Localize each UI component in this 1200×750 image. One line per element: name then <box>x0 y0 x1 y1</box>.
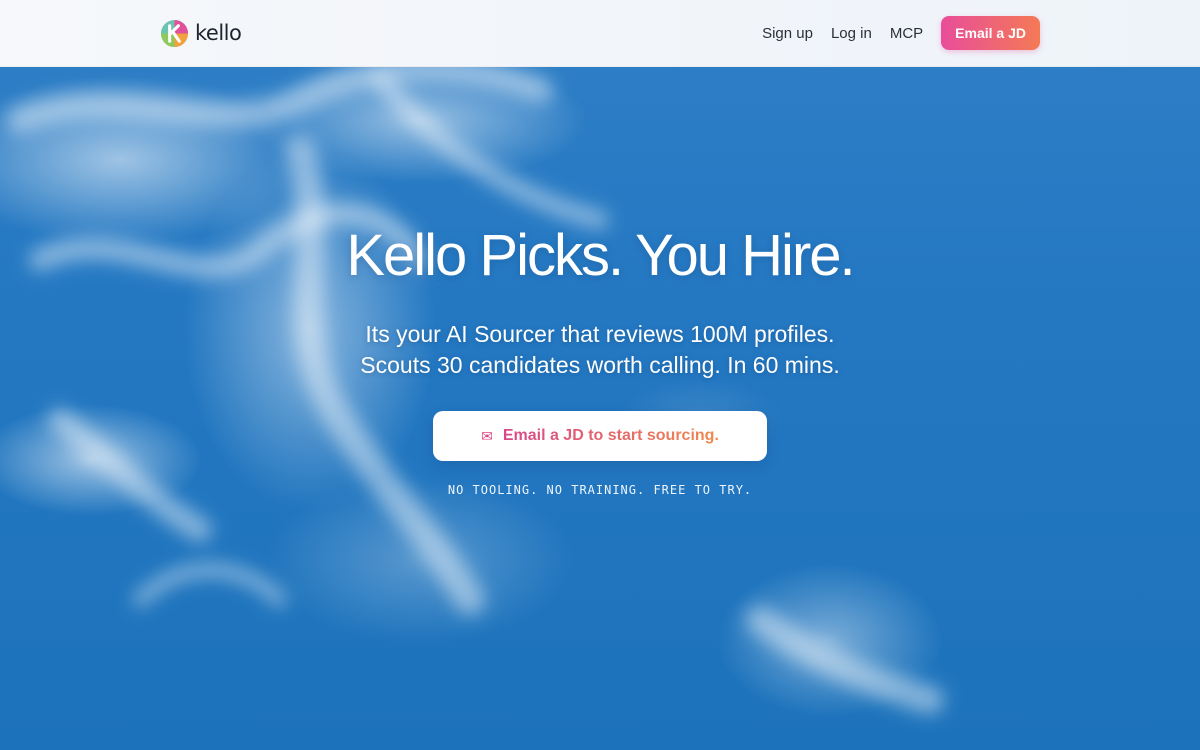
hero-tagline: NO TOOLING. NO TRAINING. FREE TO TRY. <box>447 483 753 497</box>
hero-subline-1: Its your AI Sourcer that reviews 100M pr… <box>365 321 835 347</box>
hero-headline: Kello Picks. You Hire. <box>346 223 855 288</box>
mail-icon: ✉ <box>481 427 493 444</box>
email-jd-start-sourcing-button[interactable]: ✉ Email a JD to start sourcing. <box>433 411 767 461</box>
hero: Kello Picks. You Hire. Its your AI Sourc… <box>0 0 1200 750</box>
cta-main-label: Email a JD to start sourcing. <box>502 427 719 444</box>
hero-subline-2: Scouts 30 candidates worth calling. In 6… <box>360 352 840 378</box>
